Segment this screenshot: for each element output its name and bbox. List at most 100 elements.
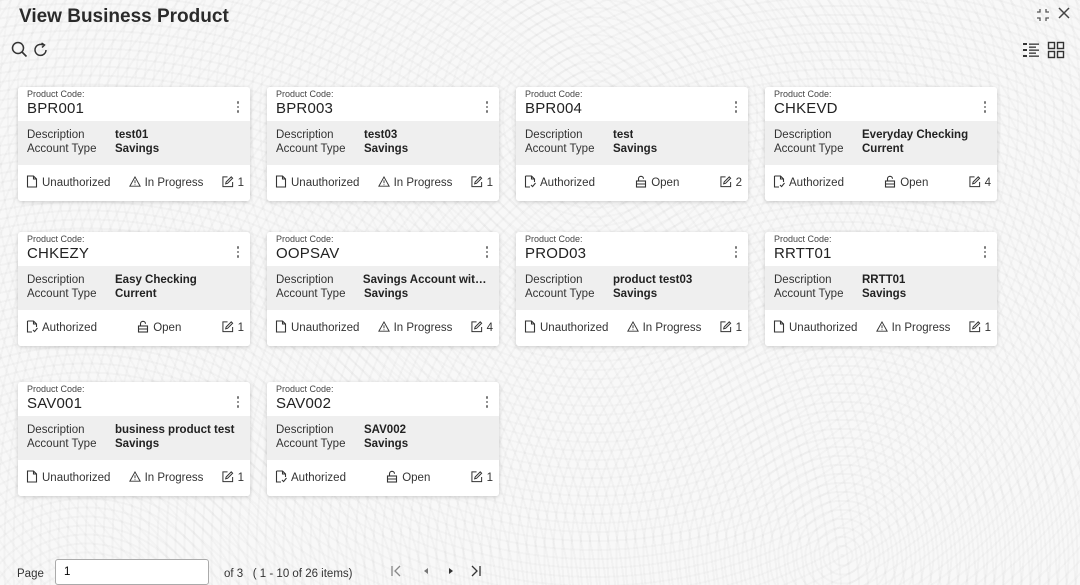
card-footer: Unauthorized In Progress 1 bbox=[516, 310, 748, 346]
account-type-label: Account Type bbox=[27, 143, 97, 155]
record-status-text: Open bbox=[651, 177, 680, 189]
more-options-icon[interactable] bbox=[481, 244, 493, 260]
auth-status: Authorized bbox=[773, 175, 844, 191]
description-label: Description bbox=[27, 274, 85, 286]
product-code-label: Product Code: bbox=[276, 89, 334, 99]
refresh-icon[interactable] bbox=[31, 40, 51, 60]
card-details: Description product test03 Account Type Sav… bbox=[516, 266, 748, 310]
auth-status-text: Unauthorized bbox=[540, 322, 609, 334]
list-view-icon[interactable] bbox=[1021, 40, 1041, 60]
card-header: Product Code: BPR003 bbox=[267, 87, 499, 121]
last-page-icon[interactable] bbox=[470, 565, 482, 580]
record-status: In Progress bbox=[359, 175, 470, 191]
card-details: Description business product test Account … bbox=[18, 416, 250, 460]
search-icon[interactable] bbox=[10, 40, 30, 60]
more-options-icon[interactable] bbox=[232, 99, 244, 115]
warning-icon bbox=[875, 320, 888, 336]
product-card[interactable]: Product Code: BPR001 Description test01 Acco… bbox=[18, 87, 250, 201]
account-type-label: Account Type bbox=[27, 438, 97, 450]
account-type-label: Account Type bbox=[276, 288, 346, 300]
modification-count: 2 bbox=[720, 175, 742, 191]
auth-status-text: Unauthorized bbox=[42, 177, 111, 189]
account-type-value: Current bbox=[115, 288, 157, 300]
more-options-icon[interactable] bbox=[232, 244, 244, 260]
record-status-text: Open bbox=[153, 322, 182, 334]
auth-status: Authorized bbox=[275, 470, 346, 486]
grid-view-icon[interactable] bbox=[1046, 40, 1066, 60]
page-range-text: of 3 ( 1 - 10 of 26 items) bbox=[224, 568, 353, 580]
more-options-icon[interactable] bbox=[979, 99, 991, 115]
product-card[interactable]: Product Code: RRTT01 Description RRTT01 Acco… bbox=[765, 232, 997, 346]
product-code-value: BPR003 bbox=[276, 100, 334, 117]
account-type-value: Current bbox=[862, 143, 904, 155]
product-card[interactable]: Product Code: SAV002 Description SAV002 Acco… bbox=[267, 382, 499, 496]
authorized-icon bbox=[26, 320, 38, 336]
authorized-icon bbox=[773, 175, 785, 191]
authorized-icon bbox=[524, 175, 536, 191]
modification-count-value: 2 bbox=[735, 177, 742, 189]
page-number-input[interactable] bbox=[55, 559, 209, 585]
modification-count-value: 1 bbox=[237, 177, 244, 189]
product-code-value: BPR001 bbox=[27, 100, 85, 117]
edit-icon bbox=[969, 320, 981, 336]
record-status-text: In Progress bbox=[393, 322, 453, 334]
maximize-icon[interactable] bbox=[1036, 8, 1050, 27]
more-options-icon[interactable] bbox=[979, 244, 991, 260]
auth-status: Unauthorized bbox=[26, 175, 110, 191]
warning-icon bbox=[128, 175, 141, 191]
modification-count-value: 1 bbox=[237, 472, 244, 484]
more-options-icon[interactable] bbox=[730, 99, 742, 115]
card-details: Description Easy Checking Account Type Curr… bbox=[18, 266, 250, 310]
product-card[interactable]: Product Code: PROD03 Description product te… bbox=[516, 232, 748, 346]
total-pages-text: of 3 bbox=[224, 568, 244, 580]
account-type-value: Savings bbox=[364, 288, 409, 300]
account-type-value: Savings bbox=[862, 288, 907, 300]
account-type-label: Account Type bbox=[276, 438, 346, 450]
description-label: Description bbox=[276, 274, 334, 286]
product-card[interactable]: Product Code: BPR004 Description test Accoun… bbox=[516, 87, 748, 201]
more-options-icon[interactable] bbox=[232, 394, 244, 410]
product-code-label: Product Code: bbox=[276, 384, 334, 394]
record-status: Open bbox=[595, 175, 720, 191]
product-card[interactable]: Product Code: SAV001 Description business p… bbox=[18, 382, 250, 496]
modification-count: 1 bbox=[222, 470, 244, 486]
record-status-text: In Progress bbox=[642, 322, 702, 334]
unauthorized-icon bbox=[26, 470, 38, 486]
product-card[interactable]: Product Code: OOPSAV Description Savings Ac… bbox=[267, 232, 499, 346]
authorized-icon bbox=[275, 470, 287, 486]
more-options-icon[interactable] bbox=[481, 99, 493, 115]
more-options-icon[interactable] bbox=[730, 244, 742, 260]
card-header: Product Code: SAV001 bbox=[18, 382, 250, 416]
close-icon[interactable] bbox=[1057, 6, 1071, 25]
description-value: Savings Account with... bbox=[362, 274, 490, 286]
more-options-icon[interactable] bbox=[481, 394, 493, 410]
description-value: SAV002 bbox=[364, 424, 406, 436]
unlock-icon bbox=[386, 470, 398, 486]
product-card[interactable]: Product Code: CHKEZY Description Easy Check… bbox=[18, 232, 250, 346]
edit-icon bbox=[471, 175, 483, 191]
previous-page-icon[interactable] bbox=[421, 565, 431, 580]
edit-icon bbox=[969, 175, 981, 191]
auth-status: Unauthorized bbox=[524, 320, 608, 336]
first-page-icon[interactable] bbox=[390, 565, 402, 580]
account-type-label: Account Type bbox=[525, 143, 595, 155]
product-card[interactable]: Product Code: BPR003 Description test03 Acco… bbox=[267, 87, 499, 201]
card-details: Description test Account Type Savings bbox=[516, 121, 748, 165]
modification-count-value: 1 bbox=[237, 322, 244, 334]
description-value: test03 bbox=[364, 129, 398, 141]
product-card[interactable]: Product Code: CHKEVD Description Everyday C… bbox=[765, 87, 997, 201]
card-details: Description SAV002 Account Type Savings bbox=[267, 416, 499, 460]
card-details: Description Everyday Checking Account Type… bbox=[765, 121, 997, 165]
record-status: In Progress bbox=[110, 175, 221, 191]
unauthorized-icon bbox=[26, 175, 38, 191]
product-code-value: SAV001 bbox=[27, 395, 83, 412]
auth-status-text: Unauthorized bbox=[291, 177, 360, 189]
unauthorized-icon bbox=[524, 320, 536, 336]
card-footer: Unauthorized In Progress 1 bbox=[18, 165, 250, 201]
description-label: Description bbox=[525, 274, 583, 286]
modification-count: 1 bbox=[969, 320, 991, 336]
auth-status: Unauthorized bbox=[275, 175, 359, 191]
unlock-icon bbox=[137, 320, 149, 336]
description-value: test01 bbox=[115, 129, 149, 141]
next-page-icon[interactable] bbox=[446, 565, 456, 580]
